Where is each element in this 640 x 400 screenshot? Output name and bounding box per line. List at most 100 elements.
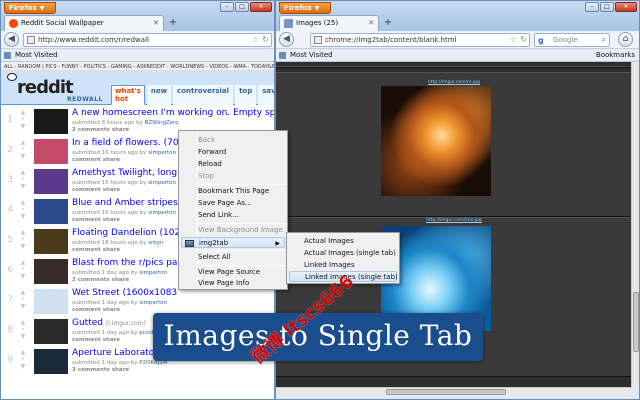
back-button[interactable]: ◀ bbox=[279, 32, 294, 47]
home-button[interactable]: ⌂ bbox=[618, 32, 633, 47]
vote-arrows[interactable]: ▲ • ▼ bbox=[17, 229, 29, 250]
post-actions[interactable]: 2 comments share bbox=[72, 277, 129, 283]
post-actions[interactable]: comment share bbox=[72, 187, 120, 193]
menu-item-reload[interactable]: Reload bbox=[181, 159, 285, 170]
tab-whats-hot[interactable]: what's hot bbox=[111, 85, 145, 105]
image-link[interactable]: http://imgur.com/Lho.jpg bbox=[276, 218, 632, 223]
vote-arrows[interactable]: ▲ • ▼ bbox=[17, 289, 29, 310]
bookmarks-toolbar: Most Visited bbox=[1, 49, 274, 62]
image-link[interactable]: http://imgur.com/m.jpg bbox=[276, 80, 632, 85]
post-rank: 3 bbox=[7, 175, 13, 185]
img2tab-label: img2tab bbox=[199, 239, 229, 247]
post-thumbnail[interactable] bbox=[34, 349, 68, 374]
bookmarks-menu-button[interactable]: Bookmarks bbox=[596, 51, 635, 59]
subreddit-bar[interactable]: ALL - RANDOM | PICS - FUNNY - POLITICS -… bbox=[1, 62, 274, 71]
tab-reddit[interactable]: Reddit Social Wallpaper ✕ bbox=[4, 15, 164, 31]
bookmark-star-icon[interactable]: ☆ bbox=[252, 35, 259, 44]
post-actions[interactable]: comment share bbox=[72, 157, 120, 163]
tab-top[interactable]: top bbox=[235, 85, 257, 105]
context-menu: Back Forward Reload Stop Bookmark This P… bbox=[178, 130, 288, 290]
post-rank: 8 bbox=[7, 325, 13, 335]
post-actions[interactable]: comment share bbox=[72, 337, 120, 343]
post-actions[interactable]: comment share bbox=[72, 247, 120, 253]
minimize-button[interactable]: – bbox=[585, 2, 599, 12]
post-author[interactable]: simperton bbox=[148, 210, 176, 216]
vertical-scrollbar[interactable] bbox=[631, 62, 639, 387]
url-bar[interactable]: chrome://img2tab/content/blank.html ☆ ↻ bbox=[310, 33, 530, 47]
post-thumbnail[interactable] bbox=[34, 229, 68, 254]
post-author[interactable]: simperton bbox=[139, 300, 167, 306]
close-tab-icon[interactable]: ✕ bbox=[153, 19, 159, 27]
reload-icon[interactable]: ↻ bbox=[262, 35, 269, 44]
post-thumbnail[interactable] bbox=[34, 289, 68, 314]
image-block bbox=[276, 66, 632, 68]
maximize-button[interactable]: □ bbox=[235, 2, 249, 12]
post-rank: 5 bbox=[7, 235, 13, 245]
vote-arrows[interactable]: ▲ • ▼ bbox=[17, 349, 29, 370]
post-thumbnail[interactable] bbox=[34, 259, 68, 284]
post-thumbnail[interactable] bbox=[34, 199, 68, 224]
back-button[interactable]: ◀ bbox=[4, 32, 19, 47]
post-rank: 1 bbox=[7, 115, 13, 125]
vote-arrows[interactable]: ▲ • ▼ bbox=[17, 109, 29, 130]
post-actions[interactable]: 2 comments share bbox=[72, 127, 129, 133]
tab-title: Images (25) bbox=[296, 19, 339, 27]
post-actions[interactable]: comment share bbox=[72, 217, 120, 223]
most-visited-bookmark[interactable]: Most Visited bbox=[290, 51, 333, 59]
bookmark-star-icon[interactable]: ☆ bbox=[510, 35, 517, 44]
post-author[interactable]: simperton bbox=[148, 150, 176, 156]
menu-item-send-link[interactable]: Send Link... bbox=[181, 210, 285, 221]
firefox-menu-button[interactable]: Firefox ▼ bbox=[4, 2, 56, 14]
post-actions[interactable]: 3 comments share bbox=[72, 367, 129, 373]
menu-item-save-page-as[interactable]: Save Page As... bbox=[181, 198, 285, 209]
new-tab-button[interactable]: + bbox=[167, 17, 179, 29]
new-tab-button[interactable]: + bbox=[382, 17, 394, 29]
nebula-image[interactable] bbox=[381, 86, 491, 196]
minimize-button[interactable]: – bbox=[220, 2, 234, 12]
close-tab-icon[interactable]: ✕ bbox=[368, 19, 374, 27]
post-thumbnail[interactable] bbox=[34, 169, 68, 194]
menu-item-select-all[interactable]: Select All bbox=[181, 252, 285, 263]
post-thumbnail[interactable] bbox=[34, 139, 68, 164]
menu-item-back[interactable]: Back bbox=[181, 135, 285, 146]
vote-arrows[interactable]: ▲ • ▼ bbox=[17, 169, 29, 190]
menu-item-forward[interactable]: Forward bbox=[181, 147, 285, 158]
tab-images[interactable]: Images (25) ✕ bbox=[279, 15, 379, 31]
tab-saved[interactable]: sav bbox=[258, 85, 274, 105]
tab-new[interactable]: new bbox=[146, 85, 172, 105]
url-bar[interactable]: http://www.reddit.com/r/redwall ☆ ↻ bbox=[23, 33, 272, 47]
post-author[interactable]: BZWingZero bbox=[145, 120, 179, 126]
post-thumbnail[interactable] bbox=[34, 319, 68, 344]
reload-icon[interactable]: ↻ bbox=[520, 35, 527, 44]
post-title[interactable]: A new homescreen I'm working on. Empty s… bbox=[72, 108, 274, 119]
vote-arrows[interactable]: ▲ • ▼ bbox=[17, 139, 29, 160]
scrollbar-thumb[interactable] bbox=[633, 292, 639, 352]
post-author[interactable]: simperton bbox=[139, 270, 167, 276]
close-window-button[interactable]: ✕ bbox=[615, 2, 637, 12]
vote-arrows[interactable]: ▲ • ▼ bbox=[17, 259, 29, 280]
reddit-logo[interactable]: reddit bbox=[17, 77, 74, 98]
most-visited-bookmark[interactable]: Most Visited bbox=[15, 51, 58, 59]
post-meta: submitted 18 hours ago by srbyn bbox=[72, 240, 164, 246]
tab-controversial[interactable]: controversial bbox=[173, 85, 234, 105]
post-thumbnail[interactable] bbox=[34, 109, 68, 134]
menu-item-stop[interactable]: Stop bbox=[181, 171, 285, 182]
scrollbar-thumb[interactable] bbox=[386, 389, 506, 395]
img2tab-icon bbox=[185, 240, 194, 247]
menu-item-img2tab[interactable]: img2tab ▶ bbox=[181, 237, 285, 248]
firefox-menu-button[interactable]: Firefox ▼ bbox=[279, 2, 331, 14]
close-window-button[interactable]: ✕ bbox=[250, 2, 272, 12]
post-author[interactable]: srbyn bbox=[148, 240, 163, 246]
search-input[interactable]: g Google ⌕ bbox=[534, 33, 610, 47]
vote-arrows[interactable]: ▲ • ▼ bbox=[17, 319, 29, 340]
maximize-button[interactable]: □ bbox=[600, 2, 614, 12]
subreddit-name[interactable]: REDWALL bbox=[67, 96, 103, 103]
menu-item-view-background-image[interactable]: View Background Image bbox=[181, 225, 285, 236]
menu-item-bookmark-page[interactable]: Bookmark This Page bbox=[181, 186, 285, 197]
vote-arrows[interactable]: ▲ • ▼ bbox=[17, 199, 29, 220]
post-actions[interactable]: comment share bbox=[72, 307, 120, 313]
post-meta: submitted 8 hours ago by BZWingZero bbox=[72, 120, 179, 126]
search-icon[interactable]: ⌕ bbox=[602, 35, 606, 45]
horizontal-scrollbar[interactable] bbox=[276, 387, 632, 396]
post-author[interactable]: simperton bbox=[148, 180, 176, 186]
